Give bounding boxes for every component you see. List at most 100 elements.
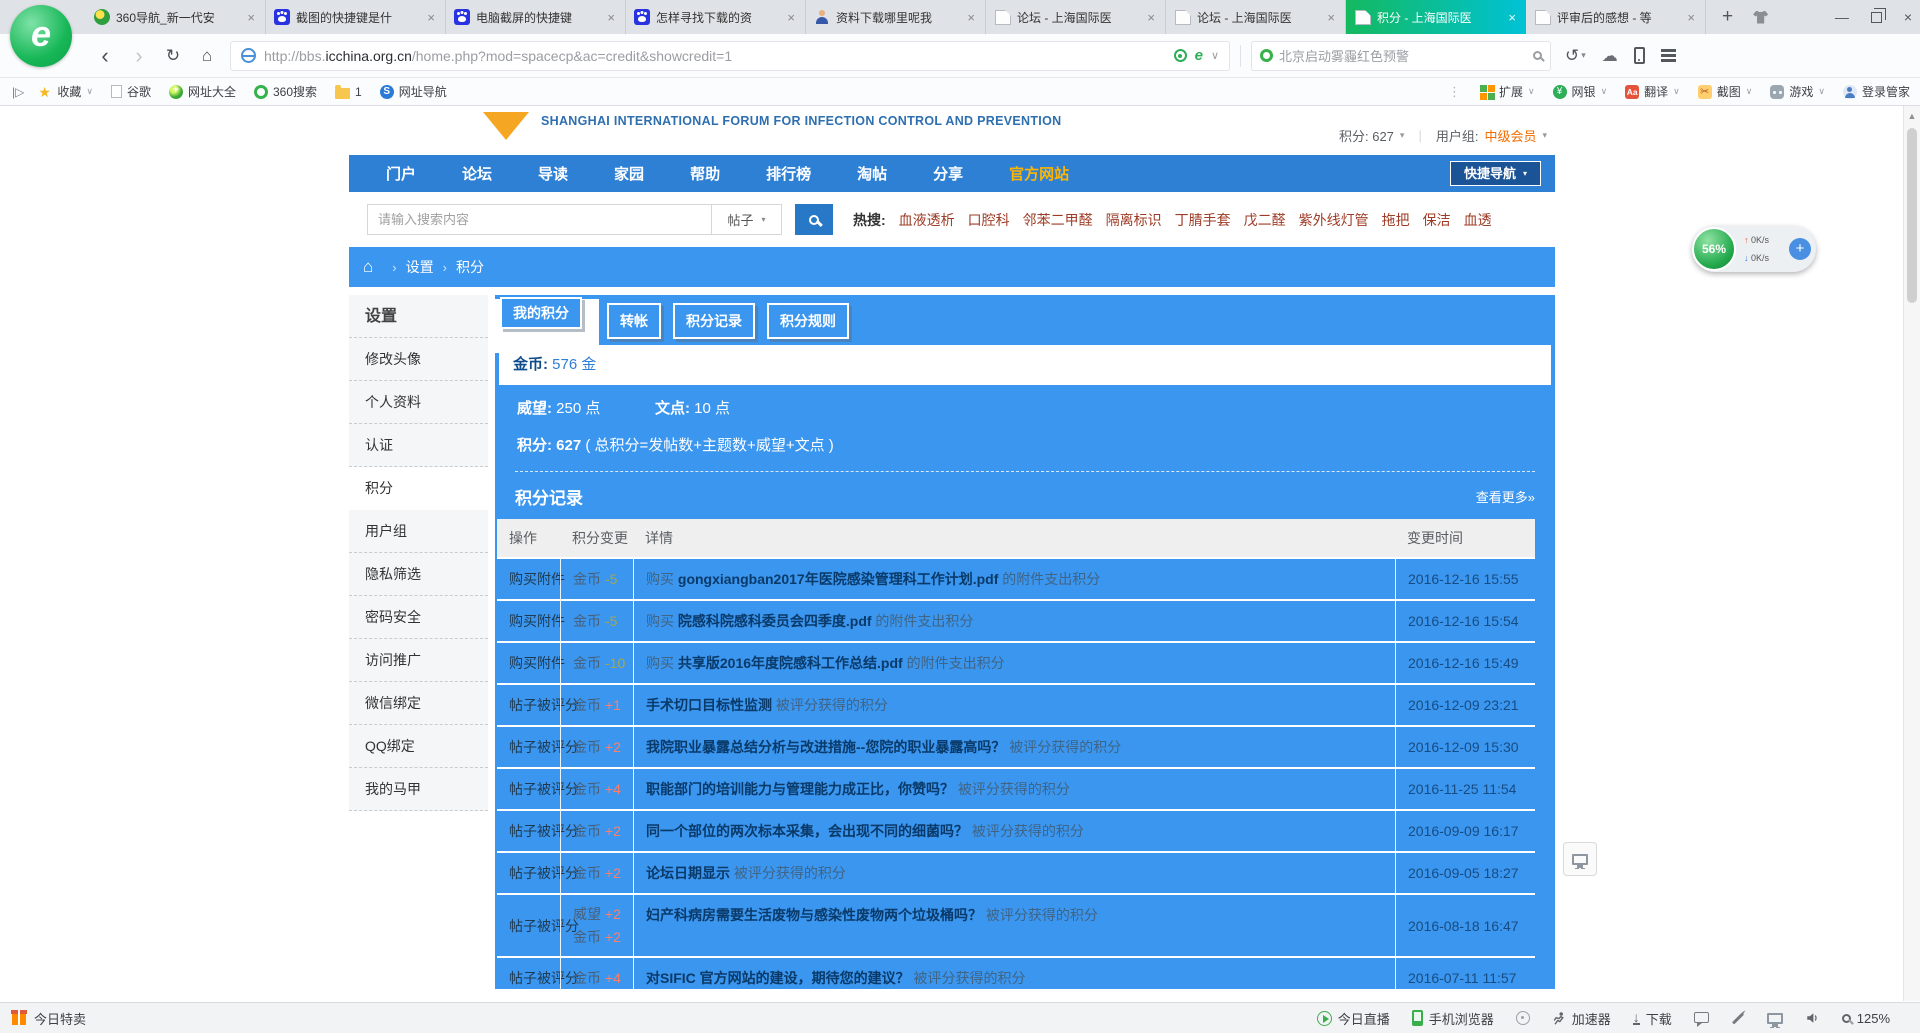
search-scope-select[interactable]: 帖子 ▾	[712, 204, 782, 235]
detail-link[interactable]: 妇产科病房需要生活废物与感染性废物两个垃圾桶吗？	[646, 907, 982, 923]
fullscreen-monitor-icon[interactable]	[1767, 1013, 1783, 1024]
feedback-pen-icon[interactable]	[1732, 1012, 1744, 1024]
home-button[interactable]: ⌂	[190, 36, 224, 76]
tab-close-icon[interactable]: ×	[965, 10, 977, 25]
nav-item[interactable]: 家园	[591, 163, 667, 184]
forward-button[interactable]: ›	[122, 36, 156, 76]
sidebar-item[interactable]: QQ绑定	[349, 725, 488, 768]
nav-item[interactable]: 导读	[515, 163, 591, 184]
bookmark-item[interactable]: 1	[335, 85, 362, 99]
tab-close-icon[interactable]: ×	[785, 10, 797, 25]
breadcrumb-settings[interactable]: 设置	[406, 257, 434, 277]
hot-keyword-link[interactable]: 保洁	[1423, 210, 1451, 230]
window-close-button[interactable]: ×	[1904, 9, 1912, 25]
download-manager-button[interactable]: ↓ 下载	[1633, 1009, 1672, 1028]
browser-tab[interactable]: 论坛 - 上海国际医 ×	[986, 0, 1166, 34]
detail-link[interactable]: 论坛日期显示	[646, 865, 730, 881]
hot-keyword-link[interactable]: 戊二醛	[1244, 210, 1286, 230]
nav-item[interactable]: 门户	[363, 163, 439, 184]
hot-keyword-link[interactable]: 拖把	[1382, 210, 1410, 230]
user-credit-summary[interactable]: 积分: 627	[1339, 126, 1394, 145]
forum-search-button[interactable]	[795, 204, 833, 235]
restore-button[interactable]	[1871, 12, 1882, 23]
mobile-browser-button[interactable]: 手机浏览器	[1412, 1009, 1494, 1028]
hot-keyword-link[interactable]: 血液透析	[899, 210, 955, 230]
bookmark-item[interactable]: 360搜索	[254, 83, 317, 100]
bookmark-item[interactable]: 收藏 ∨	[38, 83, 93, 100]
url-dropdown-icon[interactable]: ∨	[1211, 49, 1219, 62]
detail-link[interactable]: 对SIFIC 官方网站的建设，期待您的建议？	[646, 970, 910, 986]
detail-link[interactable]: gongxiangban2017年医院感染管理科工作计划.pdf	[678, 571, 998, 587]
search-magnifier-icon[interactable]	[1533, 51, 1542, 60]
browser-tab[interactable]: 360导航_新一代安 ×	[86, 0, 266, 34]
message-icon[interactable]	[1694, 1012, 1709, 1023]
page-scrollbar[interactable]: ▲	[1903, 106, 1920, 1001]
breadcrumb-credit[interactable]: 积分	[456, 257, 484, 277]
toolbar-item[interactable]: 登录管家	[1843, 83, 1910, 100]
bookmark-item[interactable]: S 网址导航	[380, 83, 447, 100]
extension-e-icon[interactable]: e	[1195, 47, 1203, 64]
browser-tab[interactable]: 电脑截屏的快捷键 ×	[446, 0, 626, 34]
detail-link[interactable]: 同一个部位的两次标本采集，会出现不同的细菌吗？	[646, 823, 968, 839]
reload-button[interactable]: ↻	[156, 36, 190, 76]
tab-close-icon[interactable]: ×	[425, 10, 437, 25]
detail-link[interactable]: 共享版2016年度院感科工作总结.pdf	[678, 655, 903, 671]
hot-keyword-link[interactable]: 隔离标识	[1106, 210, 1162, 230]
send-to-phone-icon[interactable]	[1634, 47, 1645, 64]
hot-keyword-link[interactable]: 口腔科	[968, 210, 1010, 230]
tab-close-icon[interactable]: ×	[1506, 10, 1518, 25]
bookmark-item[interactable]: 网址大全	[169, 83, 236, 100]
tab-close-icon[interactable]: ×	[605, 10, 617, 25]
new-tab-button[interactable]: +	[1716, 6, 1739, 28]
tab-close-icon[interactable]: ×	[1685, 10, 1697, 25]
minimize-button[interactable]: —	[1835, 9, 1849, 25]
hot-keyword-link[interactable]: 血透	[1464, 210, 1492, 230]
cloud-sync-icon[interactable]: ☁	[1602, 46, 1618, 66]
detail-link[interactable]: 院感科院感科委员会四季度.pdf	[678, 613, 872, 629]
credit-tab[interactable]: 转帐	[607, 303, 661, 339]
accelerator-button[interactable]: 加速器	[1552, 1009, 1611, 1028]
sidebar-item[interactable]: 隐私筛选	[349, 553, 488, 596]
live-stream-button[interactable]: 今日直播	[1317, 1009, 1390, 1028]
browser-tab[interactable]: 积分 - 上海国际医 ×	[1346, 0, 1526, 34]
sidebar-item[interactable]: 修改头像	[349, 338, 488, 381]
nav-item[interactable]: 淘帖	[834, 163, 910, 184]
browser-tab[interactable]: 评审后的感想 - 等 ×	[1526, 0, 1706, 34]
toolbar-item[interactable]: 游戏 ∨	[1770, 83, 1825, 100]
quick-nav-button[interactable]: 快捷导航 ▾	[1450, 161, 1541, 186]
sidebar-item[interactable]: 用户组	[349, 510, 488, 553]
toolbar-item[interactable]: ✂ 截图 ∨	[1698, 83, 1753, 100]
sidebar-item[interactable]: 认证	[349, 424, 488, 467]
hot-keyword-link[interactable]: 丁腈手套	[1175, 210, 1231, 230]
speed-ball-widget[interactable]: 56% ↑ 0K/s ↓ 0K/s +	[1692, 226, 1816, 272]
add-widget-button[interactable]: +	[1789, 238, 1811, 260]
browser-tab[interactable]: 截图的快捷键是什 ×	[266, 0, 446, 34]
tab-close-icon[interactable]: ×	[245, 10, 257, 25]
toolbar-item[interactable]: Aa 翻译 ∨	[1625, 83, 1680, 100]
browser-tab[interactable]: 怎样寻找下载的资 ×	[626, 0, 806, 34]
nav-item[interactable]: 官方网站	[986, 163, 1092, 184]
sidebar-item[interactable]: 积分	[349, 467, 488, 510]
nav-item[interactable]: 论坛	[439, 163, 515, 184]
detail-link[interactable]: 我院职业暴露总结分析与改进措施--您院的职业暴露高吗？	[646, 739, 1005, 755]
credit-tab[interactable]: 积分记录	[673, 303, 755, 339]
nav-item[interactable]: 帮助	[667, 163, 743, 184]
screen-tool-button[interactable]	[1563, 842, 1597, 876]
forum-search-input[interactable]	[367, 204, 712, 235]
toolbar-item[interactable]: 扩展 ∨	[1480, 83, 1535, 100]
toolbar-overflow-icon[interactable]: ⋮	[1448, 84, 1462, 100]
hot-keyword-link[interactable]: 紫外线灯管	[1299, 210, 1369, 230]
hot-keyword-link[interactable]: 邻苯二甲醛	[1023, 210, 1093, 230]
bookmark-item[interactable]: 谷歌	[111, 83, 151, 100]
speaker-icon[interactable]	[1805, 1011, 1820, 1025]
toolbar-item[interactable]: ¥ 网银 ∨	[1553, 83, 1608, 100]
sidebar-item[interactable]: 我的马甲	[349, 768, 488, 811]
credit-tab[interactable]: 积分规则	[767, 303, 849, 339]
back-button[interactable]: ‹	[88, 36, 122, 76]
skin-theme-icon[interactable]	[1753, 11, 1768, 24]
tab-close-icon[interactable]: ×	[1325, 10, 1337, 25]
memory-usage-ball[interactable]: 56%	[1692, 227, 1736, 271]
url-field[interactable]: http://bbs. icchina.org.cn /home.php?mod…	[230, 41, 1230, 71]
usergroup-value[interactable]: 中级会员	[1484, 126, 1536, 145]
nav-item[interactable]: 分享	[910, 163, 986, 184]
